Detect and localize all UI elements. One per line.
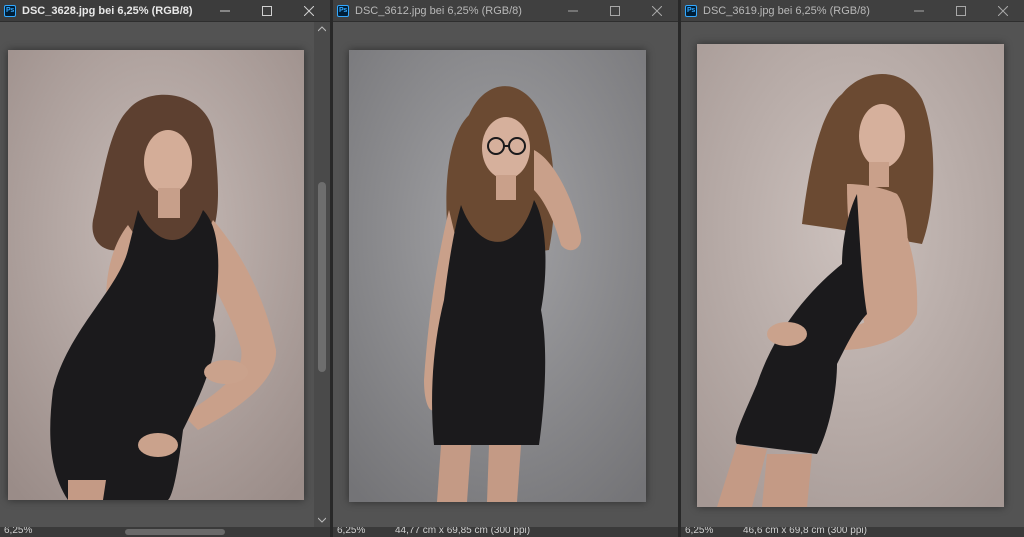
window-title: DSC_3612.jpg bei 6,25% (RGB/8) [355, 4, 522, 17]
maximize-icon[interactable] [594, 0, 636, 21]
window-title: DSC_3619.jpg bei 6,25% (RGB/8) [703, 4, 870, 17]
zoom-level[interactable]: 6,25% [685, 527, 725, 536]
model-photo-hand-on-hip [8, 50, 304, 500]
horizontal-scrollbar-thumb[interactable] [125, 529, 225, 535]
minimize-icon[interactable] [204, 0, 246, 21]
status-bar: 6,25% 44,77 cm x 69,85 cm (300 ppi) [333, 527, 678, 537]
window-title: DSC_3628.jpg bei 6,25% (RGB/8) [22, 4, 193, 17]
document-dimensions: 44,77 cm x 69,85 cm (300 ppi) [395, 527, 531, 536]
document-canvas[interactable] [0, 22, 314, 527]
vertical-scrollbar[interactable] [314, 22, 330, 527]
maximize-icon[interactable] [940, 0, 982, 21]
document-window-2[interactable]: Ps DSC_3612.jpg bei 6,25% (RGB/8) 6,25% … [333, 0, 678, 537]
close-icon[interactable] [636, 0, 678, 21]
minimize-icon[interactable] [898, 0, 940, 21]
document-canvas[interactable] [333, 22, 678, 527]
scrollbar-thumb[interactable] [318, 182, 326, 372]
maximize-icon[interactable] [246, 0, 288, 21]
document-window-3[interactable]: Ps DSC_3619.jpg bei 6,25% (RGB/8) 6,25% … [681, 0, 1024, 537]
photo-dsc-3612 [349, 50, 646, 502]
window-titlebar[interactable]: Ps DSC_3612.jpg bei 6,25% (RGB/8) [333, 0, 678, 22]
photo-dsc-3619 [697, 44, 1004, 507]
photoshop-app-icon: Ps [4, 4, 16, 17]
zoom-level[interactable]: 6,25% [337, 527, 377, 536]
close-icon[interactable] [982, 0, 1024, 21]
window-titlebar[interactable]: Ps DSC_3628.jpg bei 6,25% (RGB/8) [0, 0, 330, 22]
photoshop-app-icon: Ps [337, 4, 349, 17]
model-photo-hand-in-hair-glasses [349, 50, 646, 502]
photo-dsc-3628 [8, 50, 304, 500]
status-bar: 6,25% 46,6 cm x 69,8 cm (300 ppi) [681, 527, 1024, 537]
document-canvas[interactable] [681, 22, 1024, 527]
document-dimensions: 46,6 cm x 69,8 cm (300 ppi) [743, 527, 867, 536]
scroll-up-icon[interactable] [314, 22, 330, 36]
close-icon[interactable] [288, 0, 330, 21]
zoom-level[interactable]: 6,25% [4, 527, 44, 536]
photoshop-app-icon: Ps [685, 4, 697, 17]
minimize-icon[interactable] [552, 0, 594, 21]
window-titlebar[interactable]: Ps DSC_3619.jpg bei 6,25% (RGB/8) [681, 0, 1024, 22]
model-photo-side-turn-hands-on-hip [697, 44, 1004, 507]
document-window-1[interactable]: Ps DSC_3628.jpg bei 6,25% (RGB/8) 6,25% [0, 0, 330, 537]
status-bar: 6,25% [0, 527, 330, 537]
scroll-down-icon[interactable] [314, 513, 330, 527]
